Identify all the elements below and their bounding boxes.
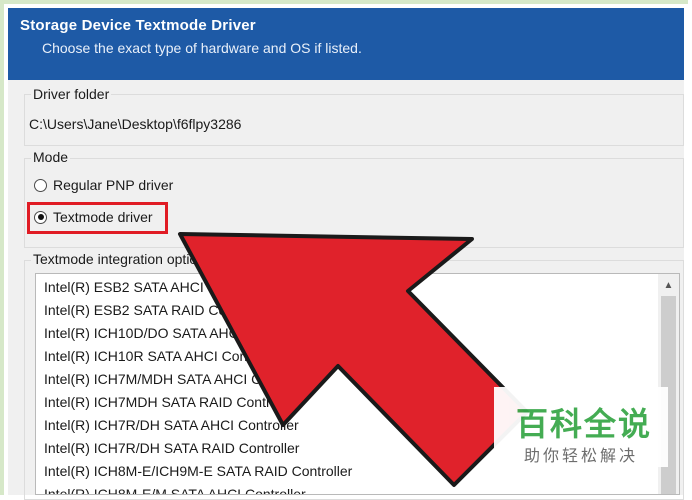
watermark-main-text: 百科全说 — [516, 406, 653, 442]
watermark-sub-text: 助你轻松解决 — [524, 448, 639, 465]
red-arrow-shape — [178, 232, 529, 487]
watermark-logo: 百科全说 助你轻松解决 — [494, 387, 668, 467]
